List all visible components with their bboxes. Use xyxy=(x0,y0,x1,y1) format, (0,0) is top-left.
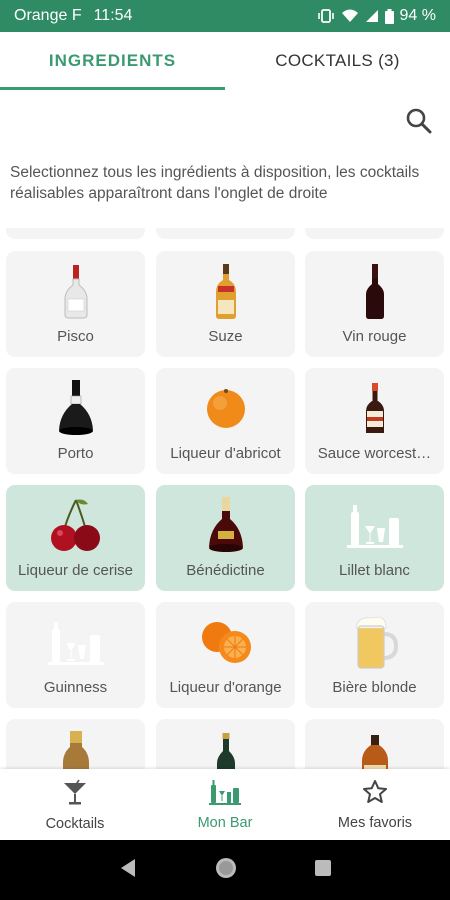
nav-mes-favoris[interactable]: Mes favoris xyxy=(300,769,450,840)
pisco-bottle-icon xyxy=(6,259,145,323)
beer-mug-icon xyxy=(305,610,444,674)
ingredient-card-liqueur-abricot[interactable]: Liqueur d'abricot xyxy=(156,368,295,474)
ingredient-label: Suze xyxy=(208,328,243,345)
clock: 11:54 xyxy=(93,7,133,24)
ingredient-card-partial[interactable] xyxy=(6,719,145,769)
ingredient-label: Liqueur d'orange xyxy=(169,679,282,696)
ingredient-card-partial[interactable] xyxy=(156,719,295,769)
benedictine-bottle-icon xyxy=(156,493,295,557)
ingredient-card-partial[interactable] xyxy=(305,228,444,239)
ingredient-card-liqueur-cerise[interactable]: Liqueur de cerise xyxy=(6,485,145,591)
ingredient-label: Porto xyxy=(57,445,94,462)
nav-cocktails[interactable]: Cocktails xyxy=(0,769,150,840)
porto-bottle-icon xyxy=(6,376,145,440)
apricot-icon xyxy=(156,376,295,440)
cocktail-glass-icon xyxy=(61,778,89,810)
tab-cocktails[interactable]: COCKTAILS (3) xyxy=(225,32,450,90)
ingredient-label: Bière blonde xyxy=(332,679,417,696)
bottle-icon xyxy=(305,727,444,769)
search-icon[interactable] xyxy=(404,106,434,136)
tab-ingredients[interactable]: INGREDIENTS xyxy=(0,32,225,90)
ingredient-card-sauce-worcestershire[interactable]: Sauce worcest… xyxy=(305,368,444,474)
ingredient-label: Pisco xyxy=(57,328,94,345)
ingredient-card-liqueur-orange[interactable]: Liqueur d'orange xyxy=(156,602,295,708)
sauce-bottle-icon xyxy=(305,376,444,440)
bottle-icon xyxy=(6,727,145,769)
nav-label: Cocktails xyxy=(45,815,105,832)
recent-apps-icon[interactable] xyxy=(313,858,333,883)
ingredient-label: Vin rouge xyxy=(342,328,407,345)
signal-icon xyxy=(365,9,379,23)
ingredient-card-benedictine[interactable]: Bénédictine xyxy=(156,485,295,591)
ingredient-card-suze[interactable]: Suze xyxy=(156,251,295,357)
nav-label: Mes favoris xyxy=(337,814,413,831)
ingredient-label: Lillet blanc xyxy=(339,562,410,579)
ingredient-card-lillet-blanc[interactable]: Lillet blanc xyxy=(305,485,444,591)
instructions-text: Selectionnez tous les ingrédients à disp… xyxy=(10,164,420,202)
ingredient-card-biere-blonde[interactable]: Bière blonde xyxy=(305,602,444,708)
ingredient-card-partial[interactable] xyxy=(305,719,444,769)
ingredient-card-partial[interactable] xyxy=(6,228,145,239)
ingredient-label: Sauce worcest… xyxy=(317,445,432,462)
ingredient-card-pisco[interactable]: Pisco xyxy=(6,251,145,357)
bar-icon xyxy=(209,779,241,809)
ingredient-label: Guinness xyxy=(43,679,108,696)
bar-placeholder-icon xyxy=(6,610,145,674)
orange-icon xyxy=(156,610,295,674)
back-icon[interactable] xyxy=(117,857,139,884)
ingredient-grid: Pisco Suze Vin rouge Porto Liqueur d'abr… xyxy=(0,228,450,769)
carrier-name: Orange F xyxy=(14,7,82,24)
ingredient-card-porto[interactable]: Porto xyxy=(6,368,145,474)
ingredient-card-vin-rouge[interactable]: Vin rouge xyxy=(305,251,444,357)
vibrate-icon xyxy=(317,9,335,23)
suze-bottle-icon xyxy=(156,259,295,323)
ingredient-label: Liqueur d'abricot xyxy=(170,445,281,462)
ingredient-card-partial[interactable] xyxy=(156,228,295,239)
status-bar: Orange F 11:54 94 % xyxy=(0,0,450,32)
bar-placeholder-icon xyxy=(305,493,444,557)
tab-bar: INGREDIENTS COCKTAILS (3) xyxy=(0,32,450,90)
wifi-icon xyxy=(341,9,359,23)
ingredient-label: Liqueur de cerise xyxy=(17,562,134,579)
bottom-navigation: Cocktails Mon Bar Mes favoris xyxy=(0,769,450,840)
ingredient-label: Bénédictine xyxy=(186,562,265,579)
bottle-icon xyxy=(156,727,295,769)
home-icon[interactable] xyxy=(213,855,239,886)
ingredient-card-guinness[interactable]: Guinness xyxy=(6,602,145,708)
red-wine-bottle-icon xyxy=(305,259,444,323)
system-navigation-bar xyxy=(0,840,450,900)
nav-mon-bar[interactable]: Mon Bar xyxy=(150,769,300,840)
star-icon xyxy=(362,779,388,809)
battery-icon xyxy=(384,8,394,24)
nav-label: Mon Bar xyxy=(197,814,253,831)
battery-level: 94 % xyxy=(399,7,436,24)
cherry-icon xyxy=(6,493,145,557)
